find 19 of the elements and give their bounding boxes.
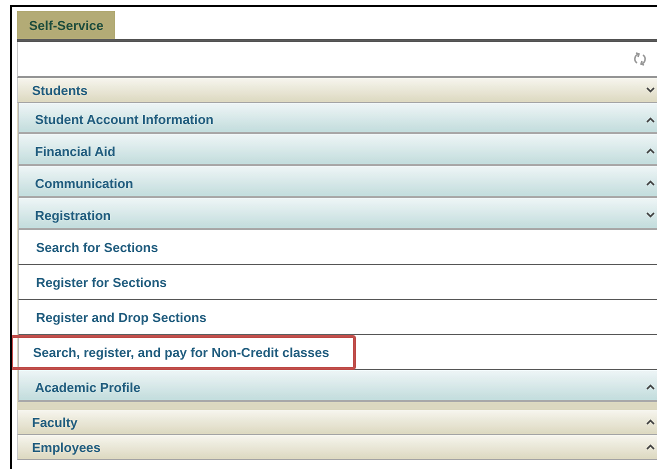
subsection-header[interactable]: Financial Aid: [18, 134, 657, 166]
subsection-header[interactable]: Student Account Information: [18, 103, 657, 134]
menu-link[interactable]: Search, register, and pay for Non-Credit classes: [12, 334, 356, 370]
subsection-header[interactable]: Academic Profile: [18, 370, 657, 402]
section-header[interactable]: Employees: [17, 435, 657, 460]
chevron-up-icon: [646, 148, 655, 154]
refresh-icon[interactable]: [633, 52, 647, 66]
chevron-up-icon: [646, 384, 655, 390]
section-header[interactable]: Students: [17, 78, 657, 103]
subsection-header[interactable]: Communication: [18, 166, 657, 198]
chevron-up-icon: [646, 180, 655, 186]
chevron-up-icon: [646, 419, 655, 425]
section-header[interactable]: Faculty: [17, 410, 657, 435]
tab[interactable]: Self-Service: [17, 11, 116, 39]
chevron-up-icon: [646, 116, 655, 122]
subsection-header[interactable]: Registration: [18, 198, 657, 230]
chevron-down-icon: [646, 212, 655, 218]
chevron-up-icon: [646, 444, 655, 450]
chevron-down-icon: [646, 87, 655, 93]
